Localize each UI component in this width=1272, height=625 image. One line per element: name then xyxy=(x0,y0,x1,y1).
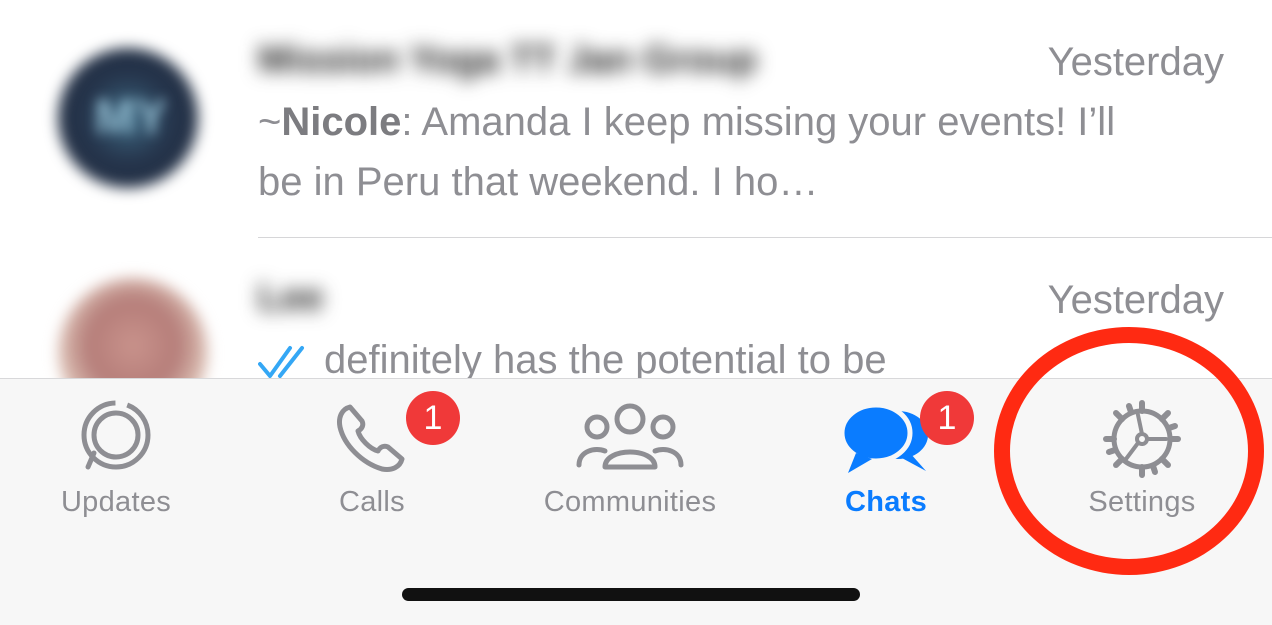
chat-name: Mission Yoga TT Jan Group xyxy=(258,39,757,81)
tab-label: Calls xyxy=(339,486,405,518)
chat-preview: definitely has the potential to be xyxy=(258,330,1138,378)
tab-communities[interactable]: Communities xyxy=(520,379,740,549)
tab-label: Updates xyxy=(60,486,172,518)
updates-icon xyxy=(81,400,151,470)
chats-icon xyxy=(839,402,928,473)
communities-icon xyxy=(576,403,684,470)
gear-icon xyxy=(1103,400,1181,478)
tab-label: Chats xyxy=(844,486,928,518)
unread-badge: 1 xyxy=(920,391,974,445)
chat-time: Yesterday xyxy=(1047,278,1224,322)
double-check-icon xyxy=(258,346,304,378)
screen: MY Mission Yoga TT Jan Group Yesterday ~… xyxy=(0,0,1272,625)
chat-time: Yesterday xyxy=(1047,40,1224,84)
tab-updates[interactable]: Updates xyxy=(30,379,202,549)
tab-settings[interactable]: Settings xyxy=(1060,379,1224,549)
tab-label: Communities xyxy=(543,486,717,518)
tab-chats[interactable]: 1 Chats xyxy=(800,379,974,549)
chat-preview: ~Nicole: Amanda I keep missing your even… xyxy=(258,92,1138,212)
sender-prefix: ~ xyxy=(258,100,282,144)
sender-name: Nicole xyxy=(281,100,402,144)
phone-icon xyxy=(337,404,405,472)
avatar xyxy=(58,278,208,378)
unread-badge: 1 xyxy=(406,391,460,445)
tab-label: Settings xyxy=(1088,486,1196,518)
avatar-logo: MY xyxy=(95,91,167,144)
chat-row[interactable]: MY Mission Yoga TT Jan Group Yesterday ~… xyxy=(0,0,1272,238)
home-indicator[interactable] xyxy=(402,588,860,601)
message-text: definitely has the potential to be xyxy=(324,338,887,378)
chat-row[interactable]: Lee Yesterday definitely has the potenti… xyxy=(0,238,1272,378)
tab-calls[interactable]: 1 Calls xyxy=(290,379,460,549)
chat-name: Lee xyxy=(258,277,324,319)
